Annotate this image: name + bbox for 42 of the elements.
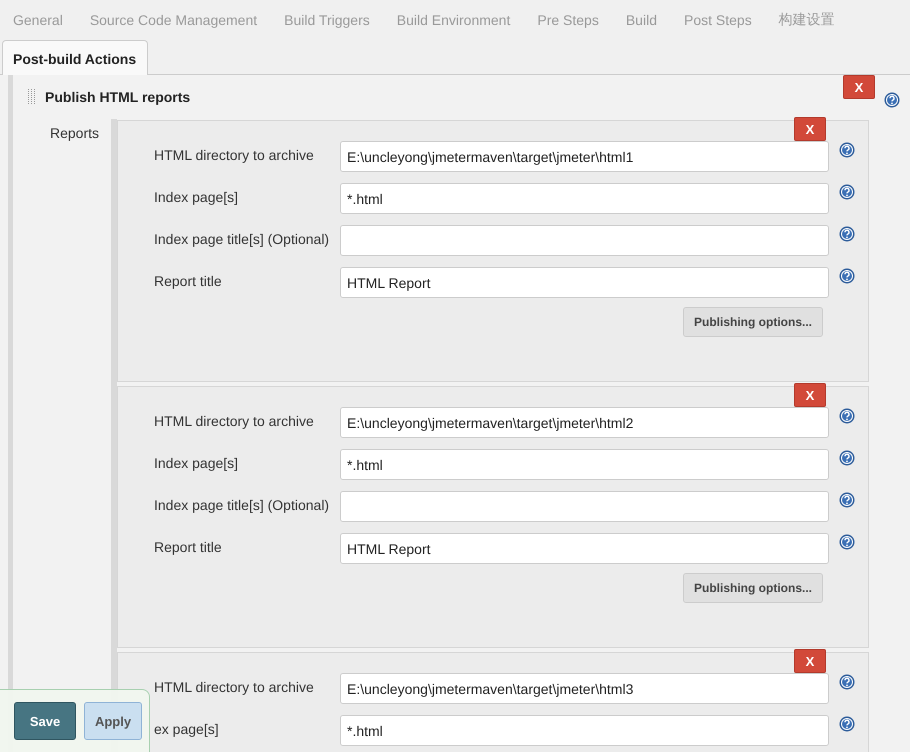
help-icon[interactable] <box>884 92 900 108</box>
delete-button[interactable]: X <box>794 383 826 407</box>
field-label: HTML directory to archive <box>154 679 314 695</box>
delete-button[interactable]: X <box>794 649 826 673</box>
field-label: HTML directory to archive <box>154 413 314 429</box>
help-icon[interactable] <box>839 408 855 424</box>
input-field[interactable]: E:\uncleyong\jmetermaven\target\jmeter\html2 <box>340 407 829 438</box>
field-label: ex page[s] <box>154 721 219 737</box>
help-icon[interactable] <box>839 226 855 242</box>
field-label: Index page[s] <box>154 455 238 471</box>
input-field[interactable]: E:\uncleyong\jmetermaven\target\jmeter\html3 <box>340 673 829 704</box>
field-label: Index page title[s] (Optional) <box>154 231 330 247</box>
input-field[interactable]: *.html <box>340 449 829 480</box>
input-field[interactable]: *.html <box>340 715 829 746</box>
help-icon[interactable] <box>839 450 855 466</box>
help-icon[interactable] <box>839 268 855 284</box>
delete-button[interactable]: X <box>843 75 875 99</box>
input-field[interactable] <box>340 491 829 522</box>
field-label: HTML directory to archive <box>154 147 314 163</box>
field-label: Reports <box>50 125 100 141</box>
publishing-options-button[interactable]: Publishing options... <box>683 573 823 603</box>
help-icon[interactable] <box>839 534 855 550</box>
help-icon[interactable] <box>839 674 855 690</box>
save-button[interactable]: Save <box>14 702 76 740</box>
input-field[interactable]: HTML Report <box>340 267 829 298</box>
publishing-options-button[interactable]: Publishing options... <box>683 307 823 337</box>
field-label: Report title <box>154 539 222 555</box>
section-title: Publish HTML reports <box>45 89 190 105</box>
help-icon[interactable] <box>839 142 855 158</box>
input-field[interactable] <box>340 225 829 256</box>
help-icon[interactable] <box>839 184 855 200</box>
tab[interactable]: Post-build Actions <box>2 40 148 75</box>
apply-button[interactable]: Apply <box>84 702 142 740</box>
field-label: Report title <box>154 273 222 289</box>
input-field[interactable]: *.html <box>340 183 829 214</box>
field-label: Index page title[s] (Optional) <box>154 497 330 513</box>
field-label: Index page[s] <box>154 189 238 205</box>
help-icon[interactable] <box>839 716 855 732</box>
help-icon[interactable] <box>839 492 855 508</box>
delete-button[interactable]: X <box>794 117 826 141</box>
input-field[interactable]: E:\uncleyong\jmetermaven\target\jmeter\html1 <box>340 141 829 172</box>
input-field[interactable]: HTML Report <box>340 533 829 564</box>
